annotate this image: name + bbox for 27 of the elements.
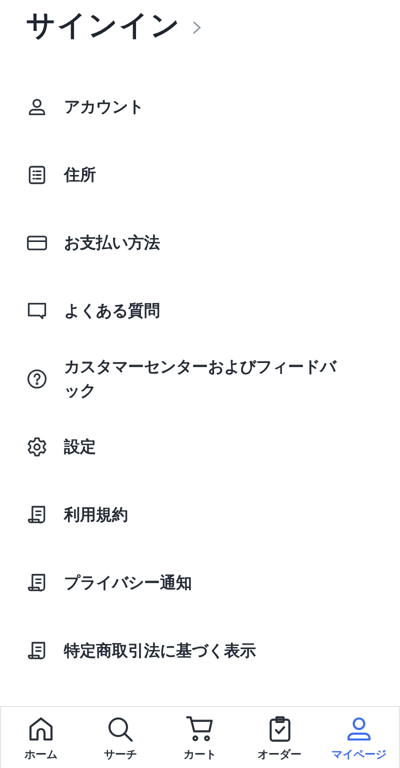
- menu-item[interactable]: よくある質問: [64, 299, 349, 323]
- document-icon: [26, 504, 48, 526]
- home-icon: [26, 715, 55, 743]
- tab-item[interactable]: サーチ: [80, 707, 160, 768]
- person-icon: [345, 715, 374, 743]
- help-icon: [26, 368, 48, 390]
- tab-item[interactable]: オーダー: [240, 707, 320, 768]
- menu-item[interactable]: 利用規約: [64, 503, 349, 527]
- list-icon: [26, 164, 48, 186]
- menu-item[interactable]: 特定商取引法に基づく表示: [64, 639, 349, 663]
- menu-item[interactable]: アカウント: [64, 95, 349, 119]
- settings-icon: [26, 436, 48, 458]
- chat-bubble-icon: [26, 300, 48, 322]
- tab-item[interactable]: カート: [160, 707, 240, 768]
- menu-item[interactable]: 設定: [64, 435, 349, 459]
- menu-item[interactable]: プライバシー通知: [64, 571, 349, 595]
- sign-in-title[interactable]: サインイン: [26, 6, 181, 46]
- person-icon: [26, 96, 48, 118]
- search-icon: [106, 715, 134, 743]
- menu-item[interactable]: お支払い方法: [64, 231, 349, 255]
- menu-item[interactable]: カスタマーセンターおよびフィードバック: [64, 355, 349, 403]
- tab-item[interactable]: ホーム: [1, 707, 81, 768]
- document-icon: [26, 572, 48, 594]
- menu-item[interactable]: 住所: [64, 163, 349, 187]
- tab-item[interactable]: マイページ: [319, 707, 399, 768]
- cart-icon: [186, 715, 214, 743]
- document-icon: [26, 640, 48, 662]
